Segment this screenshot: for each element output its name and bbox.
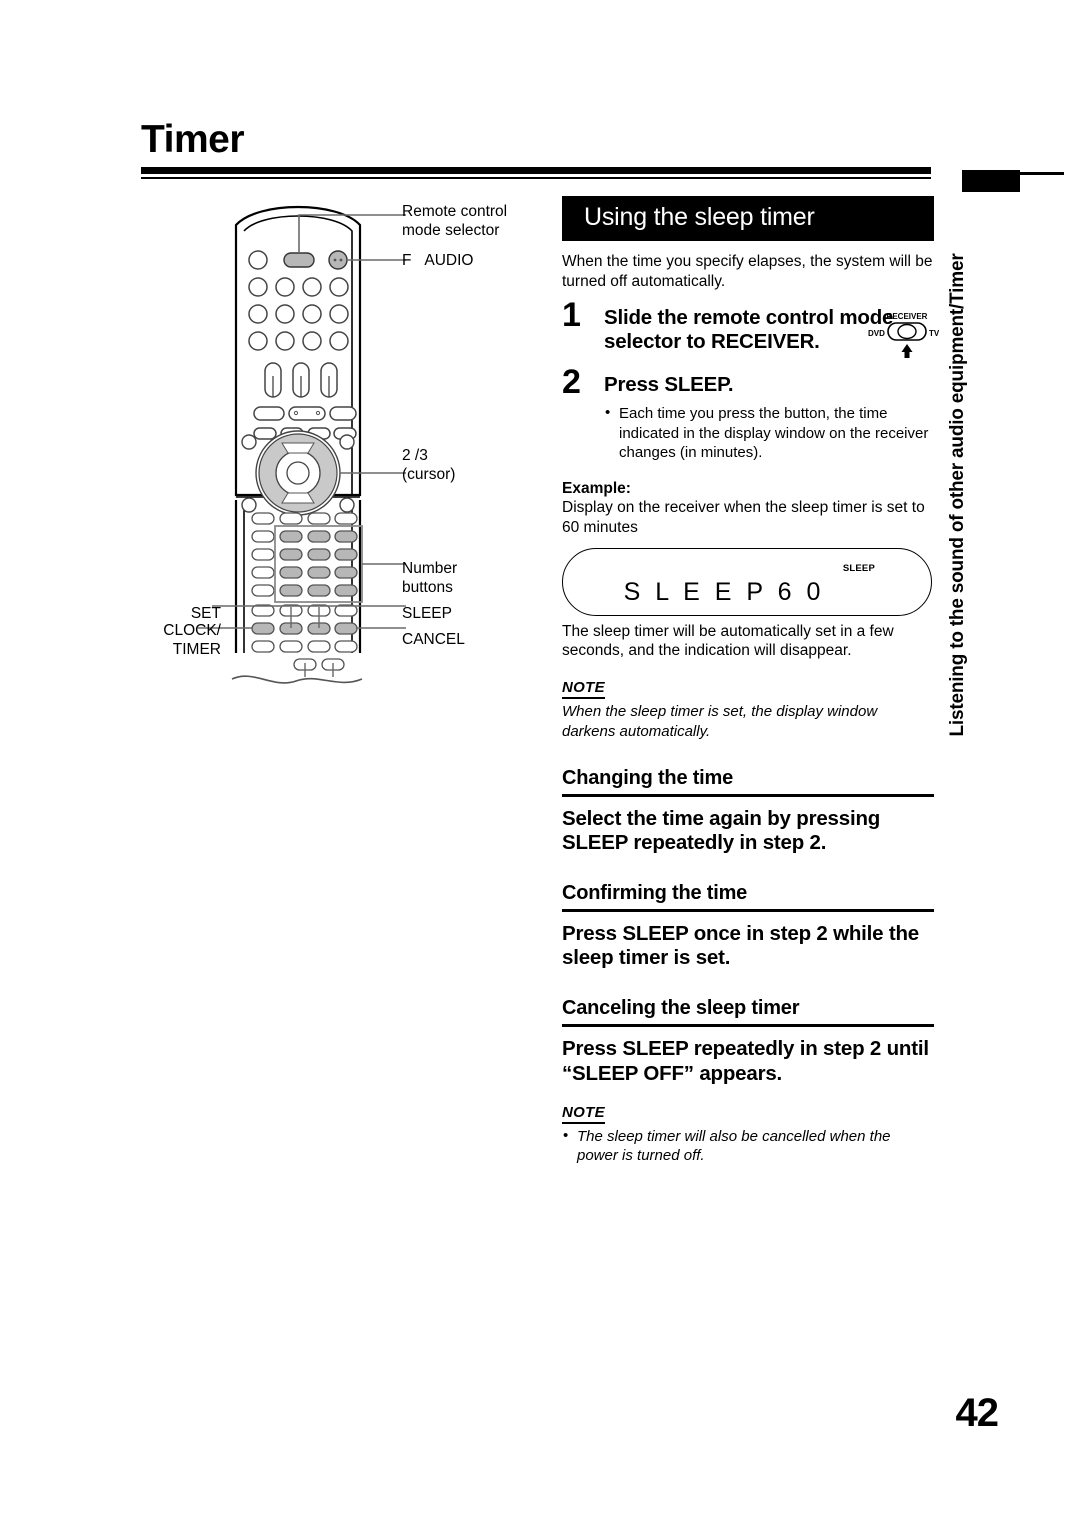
subsection-2-body: Press SLEEP once in step 2 while the sle… <box>562 921 919 970</box>
step-1: 1 Slide the remote control mode selector… <box>562 298 934 355</box>
section-intro: When the time you specify elapses, the s… <box>562 253 933 290</box>
callout-cursor: 2 /3 (cursor) <box>402 447 456 483</box>
subsection-1-title: Changing the time <box>562 767 934 797</box>
step-2-bullets: Each time you press the button, the time… <box>604 403 934 462</box>
callout-sleep: SLEEP <box>402 605 452 622</box>
callout-f-audio: F AUDIO <box>402 252 474 269</box>
step-2: 2 Press SLEEP. Each time you press the b… <box>562 365 934 462</box>
section-banner: Using the sleep timer <box>562 196 934 241</box>
subsection-3-body: Press SLEEP repeatedly in step 2 until “… <box>562 1037 929 1085</box>
note-block-1: NOTE When the sleep timer is set, the di… <box>562 679 934 740</box>
subsection-3-title: Canceling the sleep timer <box>562 997 934 1028</box>
step-2-bullet-1: Each time you press the button, the time… <box>604 403 934 462</box>
note-body-2: The sleep timer will also be cancelled w… <box>562 1126 934 1165</box>
note-title-2: NOTE <box>562 1104 605 1125</box>
example-block: Example: Display on the receiver when th… <box>562 480 934 661</box>
step-1-heading: Slide the remote control mode selector t… <box>604 305 894 354</box>
subsection-2-title: Confirming the time <box>562 882 934 912</box>
subsection-1-body: Select the time again by pressing SLEEP … <box>562 806 881 855</box>
note-body-2-bullet: The sleep timer will also be cancelled w… <box>562 1126 934 1165</box>
step-2-number: 2 <box>562 362 581 401</box>
display-main-text: S L E E P 6 0 <box>623 577 825 606</box>
note-block-2: NOTE The sleep timer will also be cancel… <box>562 1104 934 1165</box>
vertical-running-head: Listening to the sound of other audio eq… <box>940 195 976 795</box>
subsection-changing-the-time: Changing the time Select the time again … <box>562 767 934 856</box>
receiver-display-window: SLEEP S L E E P 6 0 <box>562 547 932 616</box>
callout-number-buttons: Number buttons <box>402 560 458 596</box>
title-rule-thin <box>141 177 931 179</box>
callout-cancel: CANCEL <box>402 631 465 648</box>
step-1-number: 1 <box>562 295 581 334</box>
example-label: Example: <box>562 480 631 497</box>
subsection-canceling-the-sleep-timer: Canceling the sleep timer Press SLEEP re… <box>562 997 934 1086</box>
chapter-tab-marker <box>962 170 1020 192</box>
display-sleep-indicator: SLEEP <box>842 562 875 574</box>
note-body-1: When the sleep timer is set, the display… <box>562 703 878 740</box>
example-body: Display on the receiver when the sleep t… <box>562 499 925 536</box>
vertical-running-head-label: Listening to the sound of other audio eq… <box>947 253 968 737</box>
page-number: 42 <box>955 1391 999 1435</box>
page-title: Timer <box>141 118 245 161</box>
main-content-column: Using the sleep timer When the time you … <box>562 196 934 1166</box>
chapter-tab-rule <box>1018 172 1064 175</box>
step-2-heading: Press SLEEP. <box>604 372 734 396</box>
callout-mode-selector: Remote control mode selector <box>402 203 508 239</box>
subsection-confirming-the-time: Confirming the time Press SLEEP once in … <box>562 882 934 971</box>
callout-clock-timer: CLOCK/TIMER <box>163 622 221 658</box>
example-after-text: The sleep timer will be automatically se… <box>562 622 894 660</box>
note-title-1: NOTE <box>562 679 605 700</box>
title-rule-thick <box>141 167 931 174</box>
